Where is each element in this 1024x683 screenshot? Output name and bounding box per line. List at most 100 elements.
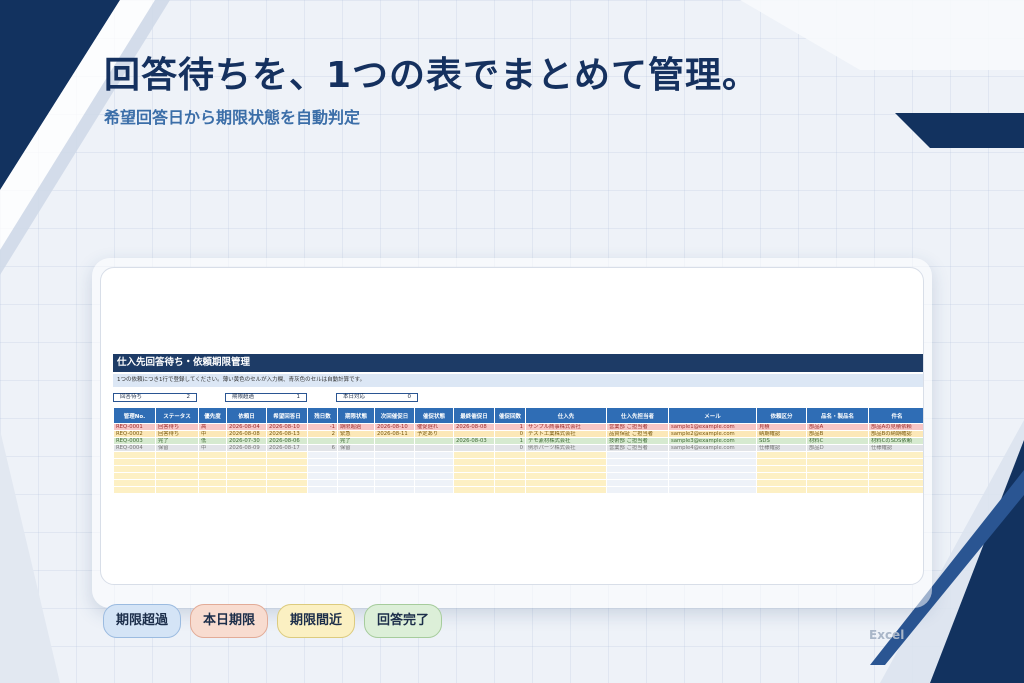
empty-cell[interactable] [113, 451, 156, 459]
table-cell[interactable]: REQ-0002 [113, 430, 156, 438]
empty-cell[interactable] [414, 451, 454, 459]
table-cell[interactable]: 例示パーツ株式会社 [525, 444, 607, 452]
empty-cell[interactable] [494, 465, 526, 473]
column-header[interactable]: ステータス [155, 407, 199, 424]
empty-cell[interactable] [155, 458, 199, 466]
empty-cell[interactable] [414, 465, 454, 473]
empty-cell[interactable] [266, 465, 308, 473]
empty-cell[interactable] [414, 458, 454, 466]
empty-cell[interactable] [806, 486, 869, 494]
column-header[interactable]: 仕入先 [525, 407, 607, 424]
table-cell[interactable]: 部品D [806, 444, 869, 452]
column-header[interactable]: 管理No. [113, 407, 156, 424]
empty-cell[interactable] [525, 472, 607, 480]
empty-cell[interactable] [668, 458, 757, 466]
empty-cell[interactable] [525, 486, 607, 494]
table-cell[interactable] [374, 444, 415, 452]
empty-cell[interactable] [756, 458, 807, 466]
column-header[interactable]: 残日数 [307, 407, 338, 424]
empty-cell[interactable] [198, 465, 227, 473]
table-cell[interactable]: 部品A [806, 423, 869, 431]
table-cell[interactable]: 予定あり [414, 430, 454, 438]
empty-cell[interactable] [226, 451, 267, 459]
empty-cell[interactable] [113, 486, 156, 494]
table-cell[interactable]: 完了 [337, 437, 375, 445]
column-header[interactable]: 件名 [868, 407, 923, 424]
table-cell[interactable]: 完了 [155, 437, 199, 445]
column-header[interactable]: 仕入先担当者 [606, 407, 669, 424]
empty-cell[interactable] [266, 458, 308, 466]
empty-cell[interactable] [155, 465, 199, 473]
empty-row[interactable] [113, 458, 923, 466]
table-cell[interactable]: sample2@example.com [668, 430, 757, 438]
table-cell[interactable]: 催促遅れ [414, 423, 454, 431]
empty-cell[interactable] [806, 458, 869, 466]
table-cell[interactable] [374, 437, 415, 445]
empty-cell[interactable] [266, 479, 308, 487]
empty-row[interactable] [113, 472, 923, 480]
table-cell[interactable]: 品質保証 ご担当者 [606, 430, 669, 438]
empty-cell[interactable] [337, 451, 375, 459]
empty-cell[interactable] [453, 458, 495, 466]
empty-cell[interactable] [868, 486, 923, 494]
table-cell[interactable] [414, 437, 454, 445]
empty-cell[interactable] [868, 465, 923, 473]
table-cell[interactable]: 保留 [337, 444, 375, 452]
table-cell[interactable]: 2026-07-30 [226, 437, 267, 445]
empty-cell[interactable] [806, 451, 869, 459]
empty-cell[interactable] [668, 486, 757, 494]
empty-cell[interactable] [606, 458, 669, 466]
column-header[interactable]: 品名・製品名 [806, 407, 869, 424]
empty-cell[interactable] [494, 472, 526, 480]
empty-cell[interactable] [606, 465, 669, 473]
column-header[interactable]: 優先度 [198, 407, 227, 424]
table-cell[interactable]: 2026-08-10 [374, 423, 415, 431]
empty-cell[interactable] [226, 465, 267, 473]
empty-row[interactable] [113, 465, 923, 473]
empty-cell[interactable] [155, 479, 199, 487]
table-cell[interactable]: 2026-08-10 [266, 423, 308, 431]
empty-cell[interactable] [756, 451, 807, 459]
table-cell[interactable]: 部品B [806, 430, 869, 438]
empty-cell[interactable] [525, 465, 607, 473]
table-cell[interactable]: 回答待ち [155, 423, 199, 431]
empty-cell[interactable] [337, 479, 375, 487]
table-cell[interactable]: 期限超過 [337, 423, 375, 431]
table-row[interactable]: REQ-0001 回答待ち高 2026-08-04 2026-08-10 -1 期限超過 2… [113, 423, 923, 431]
empty-cell[interactable] [453, 479, 495, 487]
empty-cell[interactable] [198, 472, 227, 480]
empty-cell[interactable] [307, 479, 338, 487]
empty-cell[interactable] [668, 465, 757, 473]
empty-cell[interactable] [226, 458, 267, 466]
table-cell[interactable]: 緊急 [337, 430, 375, 438]
empty-cell[interactable] [374, 486, 415, 494]
table-cell[interactable]: 仕様確認 [756, 444, 807, 452]
table-cell[interactable]: 部品Aの見積依頼 [868, 423, 923, 431]
empty-cell[interactable] [414, 479, 454, 487]
empty-cell[interactable] [868, 479, 923, 487]
table-cell[interactable]: 低 [198, 437, 227, 445]
table-cell[interactable] [307, 437, 338, 445]
empty-cell[interactable] [226, 472, 267, 480]
table-cell[interactable]: 営業部 ご担当者 [606, 444, 669, 452]
empty-cell[interactable] [868, 458, 923, 466]
table-cell[interactable]: 2026-08-03 [453, 437, 495, 445]
empty-cell[interactable] [337, 465, 375, 473]
table-cell[interactable]: 2026-08-06 [266, 437, 308, 445]
empty-cell[interactable] [266, 486, 308, 494]
table-cell[interactable]: デモ素材株式会社 [525, 437, 607, 445]
empty-cell[interactable] [414, 472, 454, 480]
table-cell[interactable]: sample3@example.com [668, 437, 757, 445]
empty-cell[interactable] [226, 486, 267, 494]
empty-cell[interactable] [337, 472, 375, 480]
table-cell[interactable]: 保留 [155, 444, 199, 452]
empty-cell[interactable] [606, 486, 669, 494]
empty-cell[interactable] [453, 451, 495, 459]
empty-cell[interactable] [307, 451, 338, 459]
table-cell[interactable]: 2026-08-08 [453, 423, 495, 431]
table-cell[interactable]: 納期確認 [756, 430, 807, 438]
empty-cell[interactable] [756, 472, 807, 480]
table-cell[interactable]: 技術部 ご担当者 [606, 437, 669, 445]
table-cell[interactable]: 2 [307, 430, 338, 438]
table-cell[interactable] [453, 430, 495, 438]
